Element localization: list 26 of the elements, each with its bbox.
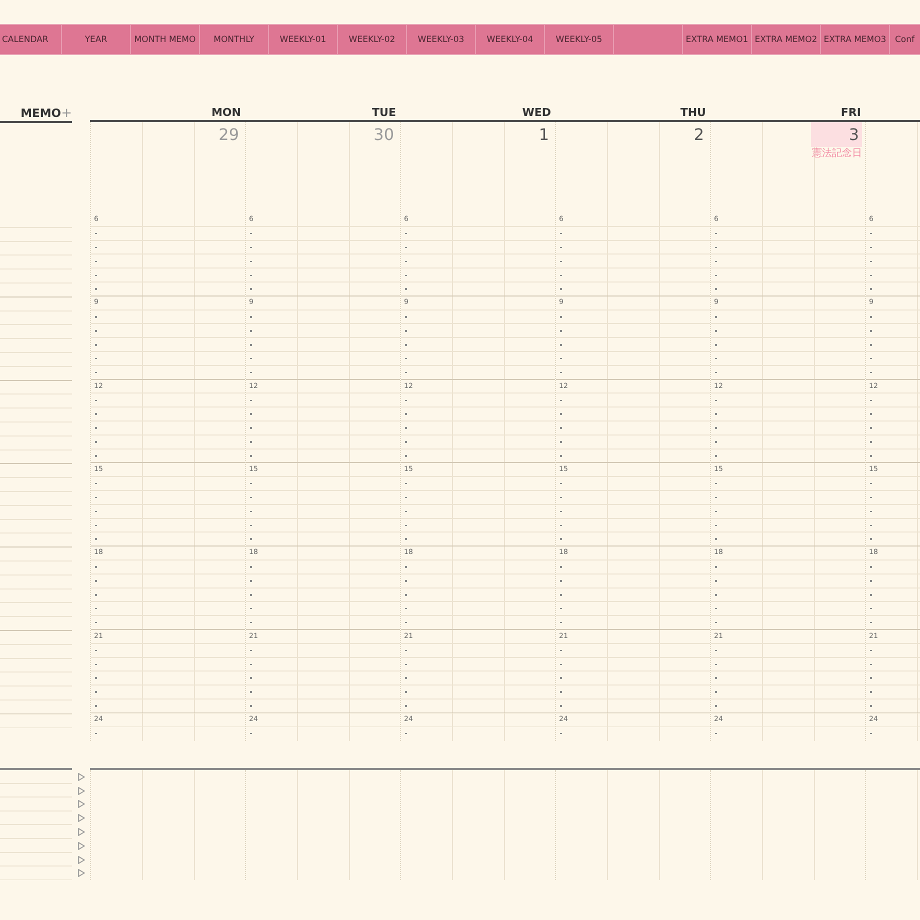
weekday-label: MON [211, 106, 241, 119]
weekday-label: TUE [372, 106, 396, 119]
nav-tab[interactable]: EXTRA MEMO1 [683, 25, 752, 54]
date-number[interactable]: 1 [530, 122, 552, 146]
add-button[interactable]: + [61, 107, 72, 120]
weekday-label: WED [522, 106, 551, 119]
nav-tab[interactable]: MONTH MEMO [131, 25, 200, 54]
weekday-label: THU [680, 106, 706, 119]
date-number[interactable]: 29 [210, 122, 242, 146]
nav-tab[interactable]: WEEKLY-04 [476, 25, 545, 54]
date-number[interactable]: 30 [366, 122, 397, 146]
weekday-label: FRI [840, 106, 861, 119]
nav-tab[interactable]: YEAR [62, 25, 131, 54]
nav-tab[interactable]: EXTRA MEMO3 [821, 25, 890, 54]
nav-tab[interactable]: Conf [890, 25, 920, 54]
memo-heading: MEMO [20, 107, 62, 120]
nav-tab[interactable]: CALENDAR [0, 25, 62, 54]
date-number[interactable]: 3 [811, 122, 862, 147]
nav-tab[interactable]: WEEKLY-05 [545, 25, 614, 54]
nav-tab[interactable]: MONTHLY [200, 25, 269, 54]
nav-tab[interactable]: WEEKLY-02 [338, 25, 407, 54]
nav-tab[interactable]: WEEKLY-03 [407, 25, 476, 54]
nav-tab[interactable]: EXTRA MEMO2 [752, 25, 821, 54]
holiday-label: 憲法記念日 [812, 148, 862, 160]
nav-tab[interactable]: WEEKLY-01 [269, 25, 338, 54]
date-number[interactable]: 2 [686, 122, 707, 146]
